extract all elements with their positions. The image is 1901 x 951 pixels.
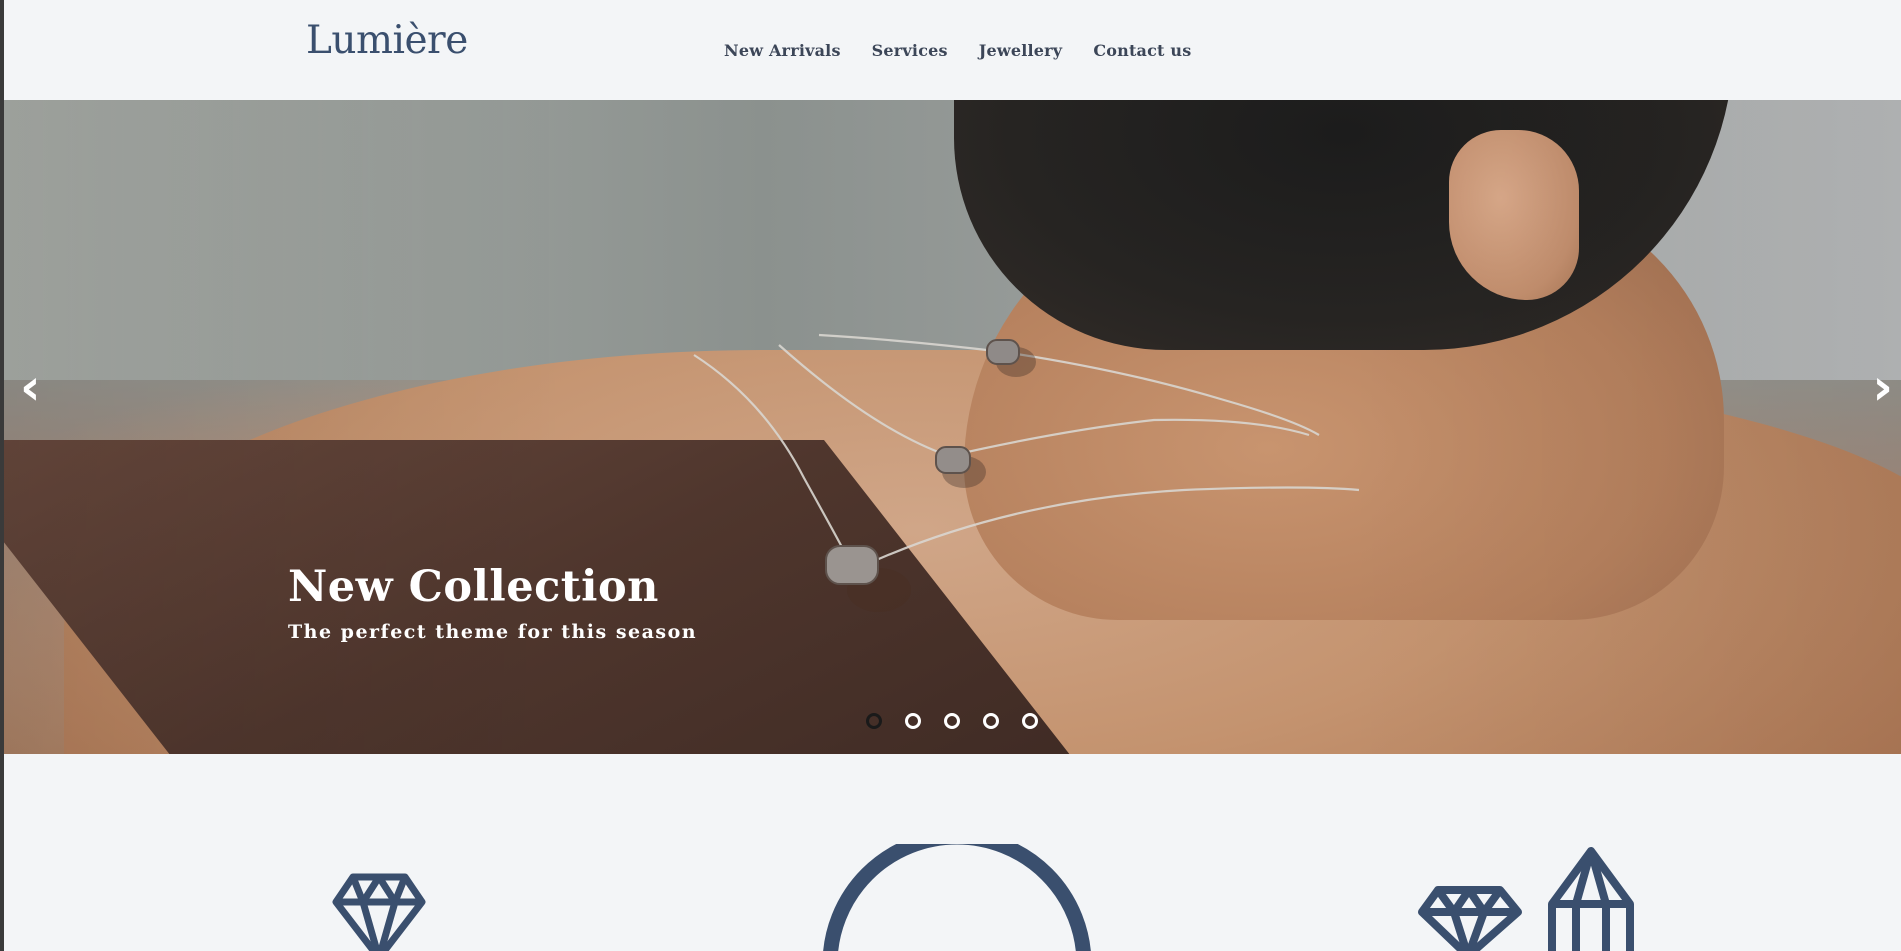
page: Lumière New Arrivals Services Jewellery … [4,0,1901,951]
pendant-group [825,339,1036,612]
services-section [4,754,1901,951]
hero-title: New Collection [288,562,659,612]
hero-subtitle: The perfect theme for this season [288,621,698,643]
nav-item-jewellery[interactable]: Jewellery [979,41,1063,60]
slider-dots [866,713,1061,729]
site-header: Lumière New Arrivals Services Jewellery … [4,0,1901,100]
slider-dot[interactable] [905,713,921,729]
slider-dot[interactable] [1022,713,1038,729]
prev-slide-icon[interactable]: ‹ [20,362,41,412]
main-nav: New Arrivals Services Jewellery Contact … [724,41,1222,60]
hero-slider: ‹ › New Collection The perfect theme for… [4,100,1901,754]
ring-icon [823,844,1091,951]
gems-icon [1418,847,1634,951]
nav-item-new-arrivals[interactable]: New Arrivals [724,41,841,60]
diamond-icon [332,873,426,951]
logo[interactable]: Lumière [306,18,468,63]
nav-item-services[interactable]: Services [872,41,948,60]
slider-dot[interactable] [983,713,999,729]
slider-dot[interactable] [866,713,882,729]
next-slide-icon[interactable]: › [1872,362,1893,412]
necklace-image [693,333,1360,612]
nav-item-contact-us[interactable]: Contact us [1093,41,1191,60]
slider-dot[interactable] [944,713,960,729]
